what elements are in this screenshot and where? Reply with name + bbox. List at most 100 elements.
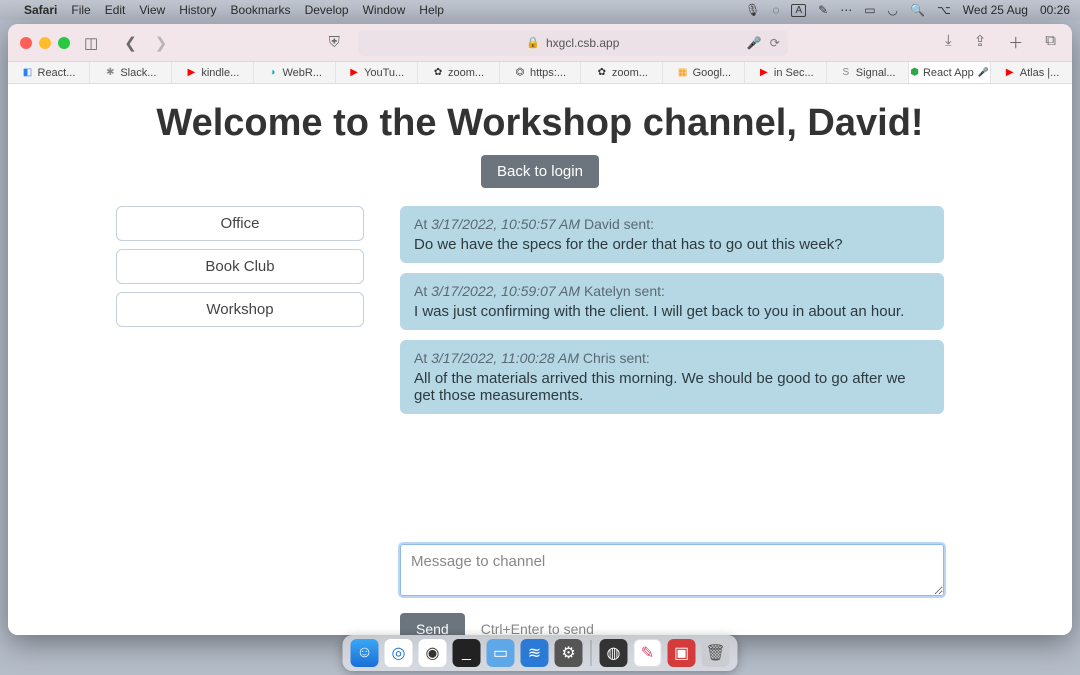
tab-atlas[interactable]: ▶Atlas |... bbox=[991, 62, 1072, 83]
message-body: I was just confirming with the client. I… bbox=[414, 303, 930, 320]
tab-slack[interactable]: ✱Slack... bbox=[90, 62, 172, 83]
menu-window[interactable]: Window bbox=[363, 3, 406, 17]
reload-icon[interactable]: ⟳ bbox=[770, 36, 780, 50]
meta-sender: Chris sent: bbox=[579, 350, 650, 366]
fullscreen-window-button[interactable] bbox=[58, 37, 70, 49]
menu-edit[interactable]: Edit bbox=[105, 3, 126, 17]
tabs-overview-icon[interactable]: ⧉ bbox=[1041, 32, 1060, 53]
favicon-icon: ▶ bbox=[1004, 67, 1016, 79]
dock-trash-icon[interactable]: 🗑 bbox=[702, 639, 730, 667]
input-source-indicator[interactable]: A bbox=[791, 4, 806, 17]
send-hint: Ctrl+Enter to send bbox=[481, 621, 594, 635]
tab-label: YouTu... bbox=[364, 67, 404, 79]
tab-label: zoom... bbox=[448, 67, 484, 79]
menu-help[interactable]: Help bbox=[419, 3, 444, 17]
tab-label: https:... bbox=[530, 67, 566, 79]
dock-chrome-icon[interactable]: ◉ bbox=[419, 639, 447, 667]
tab-signal[interactable]: SSignal... bbox=[827, 62, 909, 83]
search-icon[interactable]: 🔍 bbox=[910, 3, 925, 17]
channel-bookclub-button[interactable]: Book Club bbox=[116, 249, 364, 284]
meta-at: At bbox=[414, 216, 431, 232]
tab-https[interactable]: ⏣https:... bbox=[500, 62, 582, 83]
meta-sender: Katelyn sent: bbox=[580, 283, 665, 299]
favicon-icon: ✿ bbox=[596, 67, 608, 79]
sidebar-toggle-icon[interactable]: ◫ bbox=[80, 34, 102, 52]
screenrecord-icon[interactable]: ◌ bbox=[772, 3, 779, 17]
minimize-window-button[interactable] bbox=[39, 37, 51, 49]
tab-zoom-1[interactable]: ✿zoom... bbox=[418, 62, 500, 83]
share-icon[interactable]: ⇪ bbox=[970, 32, 991, 53]
message-item: At 3/17/2022, 10:50:57 AM David sent: Do… bbox=[400, 206, 944, 263]
spotlight-alt-icon[interactable]: ⋯ bbox=[840, 3, 852, 17]
message-body: All of the materials arrived this mornin… bbox=[414, 370, 930, 404]
favicon-icon: ◑ bbox=[266, 67, 278, 79]
channel-workshop-button[interactable]: Workshop bbox=[116, 292, 364, 327]
message-meta: At 3/17/2022, 10:59:07 AM Katelyn sent: bbox=[414, 283, 930, 299]
close-window-button[interactable] bbox=[20, 37, 32, 49]
dock-settings-icon[interactable]: ⚙ bbox=[555, 639, 583, 667]
tab-reactapp-active[interactable]: ⬢React App🎤 bbox=[909, 62, 991, 83]
dock-vscode-icon[interactable]: ≋ bbox=[521, 639, 549, 667]
channel-office-button[interactable]: Office bbox=[116, 206, 364, 241]
meta-timestamp: 3/17/2022, 11:00:28 AM bbox=[431, 350, 579, 366]
control-center-icon[interactable]: ⌥ bbox=[937, 3, 951, 17]
new-tab-icon[interactable]: ＋ bbox=[1004, 32, 1027, 53]
downloads-icon[interactable]: ⤓ bbox=[941, 32, 956, 53]
dock-notes-icon[interactable]: ✎ bbox=[634, 639, 662, 667]
dock-obs-icon[interactable]: ◍ bbox=[600, 639, 628, 667]
favicon-icon: S bbox=[840, 67, 852, 79]
tab-label: WebR... bbox=[282, 67, 322, 79]
favicon-icon: ◧ bbox=[22, 67, 34, 79]
menu-file[interactable]: File bbox=[71, 3, 90, 17]
tab-google[interactable]: ▦ Googl... bbox=[663, 62, 745, 83]
tab-insec[interactable]: ▶in Sec... bbox=[745, 62, 827, 83]
menu-view[interactable]: View bbox=[139, 3, 165, 17]
tab-label: zoom... bbox=[612, 67, 648, 79]
back-to-login-button[interactable]: Back to login bbox=[481, 155, 599, 188]
favicon-icon: ▦ bbox=[677, 67, 689, 79]
menubar-app-name[interactable]: Safari bbox=[24, 3, 57, 17]
tab-label: in Sec... bbox=[774, 67, 814, 79]
meta-at: At bbox=[414, 283, 431, 299]
tab-react[interactable]: ◧React... bbox=[8, 62, 90, 83]
tab-label: kindle... bbox=[201, 67, 239, 79]
back-icon[interactable]: ❮ bbox=[120, 34, 141, 52]
tab-webr[interactable]: ◑ WebR... bbox=[254, 62, 336, 83]
tools-icon[interactable]: ✎ bbox=[818, 3, 828, 17]
url-bar[interactable]: 🔒 hxgcl.csb.app 🎤 ⟳ bbox=[358, 30, 788, 56]
meta-at: At bbox=[414, 350, 431, 366]
dock-finder-icon[interactable]: ☺ bbox=[351, 639, 379, 667]
privacy-shield-icon[interactable]: ⛨ bbox=[325, 34, 344, 51]
channel-list: Office Book Club Workshop bbox=[116, 206, 364, 635]
message-meta: At 3/17/2022, 10:50:57 AM David sent: bbox=[414, 216, 930, 232]
message-item: At 3/17/2022, 10:59:07 AM Katelyn sent: … bbox=[400, 273, 944, 330]
dock-app-icon[interactable]: ▣ bbox=[668, 639, 696, 667]
menu-develop[interactable]: Develop bbox=[305, 3, 349, 17]
safari-toolbar: ◫ ❮ ❯ ⛨ 🔒 hxgcl.csb.app 🎤 ⟳ ⤓ ⇪ ＋ ⧉ bbox=[8, 24, 1072, 62]
dock-folder-icon[interactable]: ▭ bbox=[487, 639, 515, 667]
siri-mic-icon[interactable]: 🎤 bbox=[747, 36, 762, 50]
tab-label: Googl... bbox=[693, 67, 732, 79]
menu-history[interactable]: History bbox=[179, 3, 216, 17]
wifi-icon[interactable]: ◡ bbox=[888, 3, 898, 17]
favicon-icon: ▶ bbox=[185, 67, 197, 79]
tab-kindle[interactable]: ▶ kindle... bbox=[172, 62, 254, 83]
battery-icon[interactable]: ▭ bbox=[864, 3, 875, 17]
menubar-date[interactable]: Wed 25 Aug bbox=[963, 3, 1028, 17]
menu-bookmarks[interactable]: Bookmarks bbox=[231, 3, 291, 17]
mic-icon[interactable]: 🎙 bbox=[745, 3, 760, 17]
forward-icon[interactable]: ❯ bbox=[151, 34, 172, 52]
meta-sender: David sent: bbox=[580, 216, 654, 232]
dock-safari-icon[interactable]: ◎ bbox=[385, 639, 413, 667]
send-button[interactable]: Send bbox=[400, 613, 465, 635]
favicon-icon: ⬢ bbox=[910, 67, 919, 79]
meta-timestamp: 3/17/2022, 10:50:57 AM bbox=[431, 216, 580, 232]
menubar-time[interactable]: 00:26 bbox=[1040, 3, 1070, 17]
tab-zoom-2[interactable]: ✿ zoom... bbox=[581, 62, 663, 83]
dock-terminal-icon[interactable]: _ bbox=[453, 639, 481, 667]
tab-youtube[interactable]: ▶YouTu... bbox=[336, 62, 418, 83]
message-input[interactable] bbox=[400, 544, 944, 596]
dock-separator bbox=[591, 640, 592, 666]
url-text: hxgcl.csb.app bbox=[546, 36, 619, 50]
meta-timestamp: 3/17/2022, 10:59:07 AM bbox=[431, 283, 580, 299]
